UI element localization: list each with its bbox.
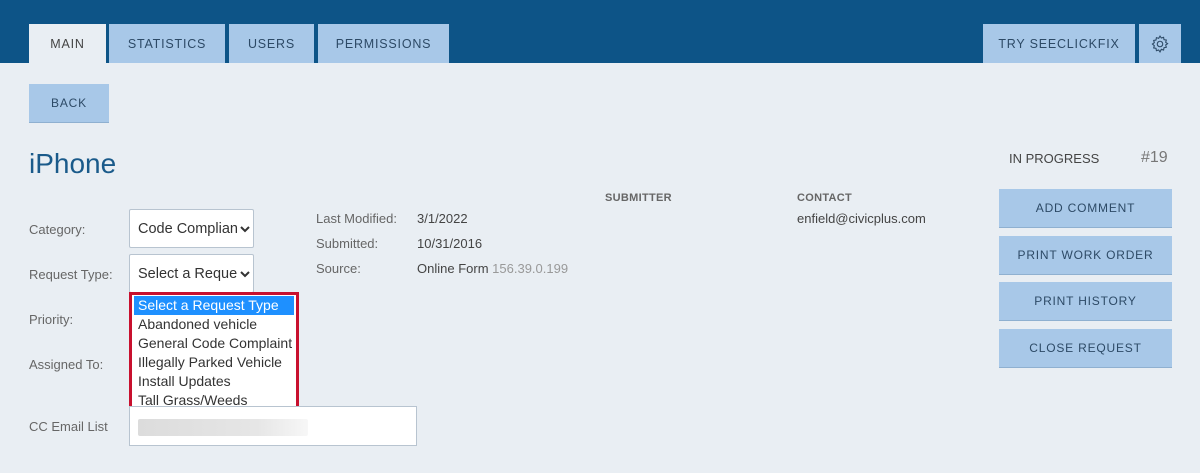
last-modified-label: Last Modified: <box>316 211 397 226</box>
dropdown-option[interactable]: Install Updates <box>134 372 294 391</box>
dropdown-option[interactable]: Abandoned vehicle <box>134 315 294 334</box>
chevron-down-icon <box>237 269 253 278</box>
last-modified-value: 3/1/2022 <box>417 211 468 226</box>
tab-main[interactable]: MAIN <box>29 24 106 63</box>
request-type-label: Request Type: <box>29 267 113 282</box>
status-badge: IN PROGRESS <box>1009 151 1100 166</box>
contact-email[interactable]: enfield@civicplus.com <box>797 211 926 226</box>
close-request-button[interactable]: CLOSE REQUEST <box>999 329 1172 368</box>
category-select-value: Code Compliance <box>138 220 237 237</box>
tab-statistics[interactable]: STATISTICS <box>109 24 225 63</box>
try-seeclickfix-button[interactable]: TRY SEECLICKFIX <box>983 24 1135 63</box>
print-work-order-button[interactable]: PRINT WORK ORDER <box>999 236 1172 275</box>
request-type-dropdown: Select a Request Type Abandoned vehicle … <box>129 292 299 412</box>
add-comment-button[interactable]: ADD COMMENT <box>999 189 1172 228</box>
source-type: Online Form <box>417 261 489 276</box>
cc-email-label: CC Email List <box>29 419 108 434</box>
page-title: iPhone <box>29 148 117 179</box>
cc-email-input[interactable] <box>129 406 417 446</box>
source-label: Source: <box>316 261 361 276</box>
dropdown-option[interactable]: Select a Request Type <box>134 296 294 315</box>
category-label: Category: <box>29 222 86 237</box>
print-history-button[interactable]: PRINT HISTORY <box>999 282 1172 321</box>
request-number: #19 <box>1141 149 1168 166</box>
settings-button[interactable] <box>1139 24 1181 63</box>
tab-permissions[interactable]: PERMISSIONS <box>318 24 449 63</box>
submitted-value: 10/31/2016 <box>417 236 483 251</box>
tab-users[interactable]: USERS <box>229 24 314 63</box>
priority-label: Priority: <box>29 312 74 327</box>
request-type-select-value: Select a Request Type <box>138 265 237 282</box>
dropdown-option[interactable]: Illegally Parked Vehicle <box>134 353 294 372</box>
gear-icon <box>1151 34 1169 53</box>
dropdown-option[interactable]: General Code Complaint <box>134 334 294 353</box>
submitted-label: Submitted: <box>316 236 379 251</box>
back-button[interactable]: BACK <box>29 84 109 123</box>
source-ip: 156.39.0.199 <box>492 261 569 276</box>
source-value: Online Form 156.39.0.199 <box>417 261 568 276</box>
request-type-select[interactable]: Select a Request Type <box>129 254 254 293</box>
assigned-to-label: Assigned To: <box>29 357 104 372</box>
category-select[interactable]: Code Compliance <box>129 209 254 248</box>
redacted-email-text <box>138 419 308 436</box>
contact-heading: CONTACT <box>797 192 853 204</box>
chevron-down-icon <box>237 224 253 233</box>
submitter-heading: SUBMITTER <box>605 192 672 204</box>
